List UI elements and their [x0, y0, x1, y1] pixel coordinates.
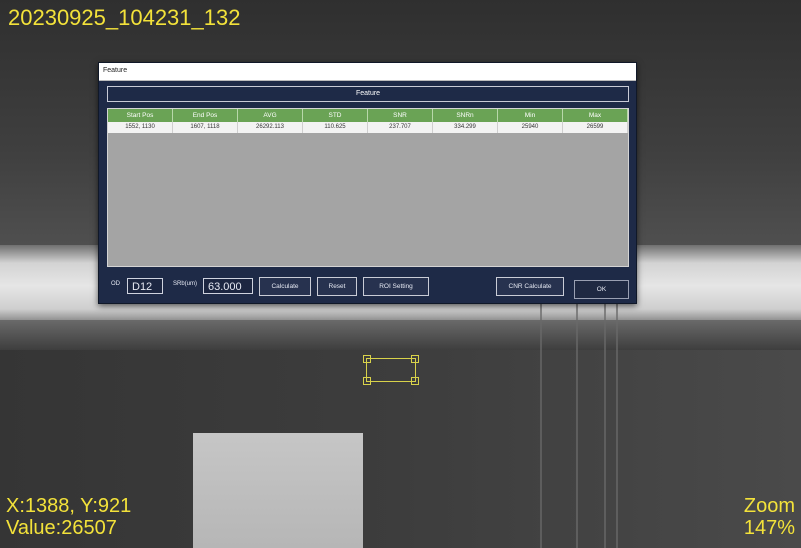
- feature-table[interactable]: Start Pos End Pos AVG STD SNR SNRn Min M…: [107, 108, 629, 267]
- column-header-min[interactable]: Min: [498, 109, 563, 122]
- image-line: [540, 280, 542, 548]
- roi-handle[interactable]: [411, 377, 419, 385]
- feature-dialog: Feature Feature Start Pos End Pos AVG ST…: [98, 62, 637, 304]
- column-header-snr[interactable]: SNR: [368, 109, 433, 122]
- ok-button[interactable]: OK: [574, 280, 629, 299]
- image-line: [616, 280, 618, 548]
- column-header-snrn[interactable]: SNRn: [433, 109, 498, 122]
- od-input[interactable]: D12: [127, 278, 163, 294]
- zoom-label: Zoom: [743, 495, 795, 517]
- table-cell: 26292.113: [238, 122, 303, 133]
- column-header-avg[interactable]: AVG: [238, 109, 303, 122]
- dialog-title: Feature: [103, 67, 128, 74]
- roi-handle[interactable]: [411, 355, 419, 363]
- roi-handle[interactable]: [363, 355, 371, 363]
- column-header-max[interactable]: Max: [563, 109, 628, 122]
- pixel-value: Value:26507: [6, 517, 117, 539]
- column-header-end-pos[interactable]: End Pos: [173, 109, 238, 122]
- table-cell: 237.707: [368, 122, 433, 133]
- column-header-std[interactable]: STD: [303, 109, 368, 122]
- roi-setting-button[interactable]: ROI Setting: [363, 277, 429, 296]
- roi-selection-box[interactable]: [363, 355, 419, 385]
- image-filename: 20230925_104231_132: [8, 5, 241, 30]
- image-bright-region: [193, 433, 363, 548]
- column-header-start-pos[interactable]: Start Pos: [108, 109, 173, 122]
- table-cell: 1607, 1118: [173, 122, 238, 133]
- od-label: OD: [111, 281, 120, 287]
- table-cell: 110.625: [303, 122, 368, 133]
- srb-label: SRb(um): [173, 281, 198, 287]
- reset-button[interactable]: Reset: [317, 277, 357, 296]
- table-cell: 25940: [498, 122, 563, 133]
- dialog-titlebar[interactable]: Feature: [99, 63, 636, 81]
- cnr-calculate-button[interactable]: CNR Calculate: [496, 277, 564, 296]
- srb-input[interactable]: 63.000: [203, 278, 253, 294]
- table-cell: 26599: [563, 122, 628, 133]
- image-line: [604, 280, 606, 548]
- roi-handle[interactable]: [363, 377, 371, 385]
- table-row[interactable]: 1552, 1130 1607, 1118 26292.113 110.625 …: [108, 122, 628, 133]
- cursor-coordinates: X:1388, Y:921: [6, 495, 132, 517]
- calculate-button[interactable]: Calculate: [259, 277, 311, 296]
- table-header-row: Start Pos End Pos AVG STD SNR SNRn Min M…: [108, 109, 628, 122]
- image-band-shadow: [0, 320, 801, 350]
- zoom-value: 147%: [743, 517, 795, 539]
- image-line: [576, 280, 578, 548]
- table-cell: 334.299: [433, 122, 498, 133]
- feature-group-header: Feature: [107, 86, 629, 102]
- table-cell: 1552, 1130: [108, 122, 173, 133]
